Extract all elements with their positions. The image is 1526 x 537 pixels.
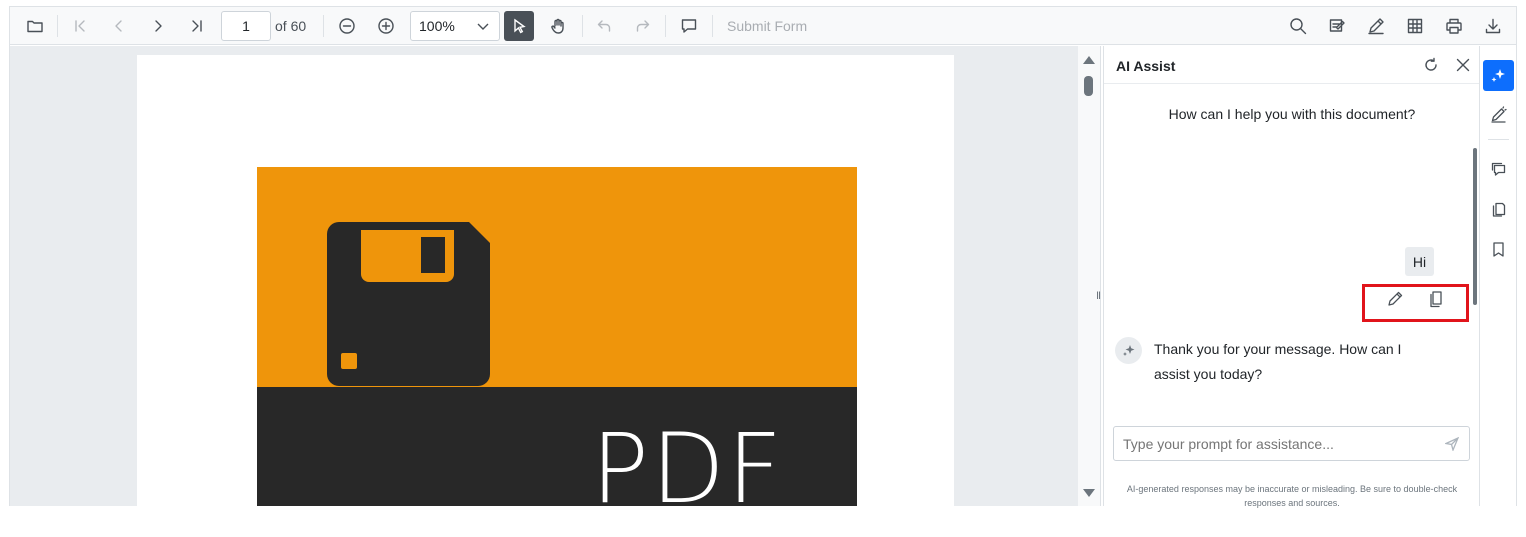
close-icon[interactable]: [1454, 56, 1472, 74]
zoom-in-icon[interactable]: [375, 7, 397, 45]
zoom-value: 100%: [419, 18, 455, 34]
scrollbar-thumb[interactable]: [1084, 76, 1093, 96]
comment-icon[interactable]: [678, 7, 700, 45]
highlight-box: [1362, 284, 1469, 322]
folder-open-icon[interactable]: [24, 7, 46, 45]
pdf-viewer-app: 1 of 60 100% Submit Form PDF II AI Assis…: [9, 6, 1517, 508]
prompt-input[interactable]: [1113, 426, 1470, 461]
redo-icon[interactable]: [632, 7, 654, 45]
assistant-message: Thank you for your message. How can I as…: [1154, 341, 1402, 382]
ai-panel-scrollbar[interactable]: [1473, 148, 1477, 305]
undo-icon[interactable]: [593, 7, 615, 45]
edit-icon[interactable]: [1385, 289, 1407, 311]
previous-page-icon[interactable]: [108, 7, 130, 45]
form-fields-icon[interactable]: [1404, 7, 1426, 45]
scroll-down-arrow-icon[interactable]: [1083, 489, 1095, 497]
download-icon[interactable]: [1482, 7, 1504, 45]
next-page-icon[interactable]: [147, 7, 169, 45]
pdf-page: PDF: [137, 55, 954, 506]
ai-disclaimer: AI-generated responses may be inaccurate…: [1126, 484, 1458, 508]
first-page-icon[interactable]: [69, 7, 91, 45]
refresh-icon[interactable]: [1422, 56, 1440, 74]
pan-hand-icon[interactable]: [547, 7, 569, 45]
zoom-dropdown[interactable]: 100%: [410, 11, 500, 41]
comments-icon[interactable]: [1483, 154, 1514, 185]
rail-divider: [1488, 139, 1509, 140]
splitter-grip-icon[interactable]: II: [1096, 290, 1101, 302]
toolbar-divider: [712, 15, 713, 37]
last-page-icon[interactable]: [186, 7, 208, 45]
annotation-icon[interactable]: [1326, 7, 1348, 45]
document-viewer[interactable]: PDF: [10, 46, 1078, 506]
submit-form-button[interactable]: Submit Form: [727, 7, 807, 45]
zoom-out-icon[interactable]: [336, 7, 358, 45]
sparkle-icon: [1115, 337, 1142, 364]
toolbar-divider: [582, 15, 583, 37]
thumbnails-icon[interactable]: [1483, 194, 1514, 225]
print-icon[interactable]: [1443, 7, 1465, 45]
main-toolbar: 1 of 60 100% Submit Form: [10, 7, 1516, 45]
chevron-down-icon: [475, 18, 491, 34]
send-icon[interactable]: [1443, 436, 1460, 452]
toolbar-divider: [323, 15, 324, 37]
document-scrollbar[interactable]: [1078, 46, 1100, 506]
cover-dark-band: PDF: [257, 387, 857, 506]
copy-icon[interactable]: [1426, 289, 1448, 311]
bookmarks-icon[interactable]: [1483, 234, 1514, 265]
toolbar-divider: [665, 15, 666, 37]
ai-assist-icon[interactable]: [1483, 60, 1514, 91]
page-number-input[interactable]: 1: [221, 11, 271, 41]
select-cursor-icon[interactable]: [504, 11, 534, 41]
edit-pen-icon[interactable]: [1365, 7, 1387, 45]
floppy-disk-icon: [327, 222, 490, 386]
ai-assist-panel: AI Assist How can I help you with this d…: [1103, 46, 1480, 508]
right-navigation-rail: [1479, 46, 1516, 506]
toolbar-divider: [57, 15, 58, 37]
search-icon[interactable]: [1287, 7, 1309, 45]
cover-title-text: PDF: [591, 413, 785, 506]
ai-panel-title: AI Assist: [1116, 58, 1176, 74]
ai-panel-header: AI Assist: [1104, 46, 1480, 84]
user-message-bubble: Hi: [1405, 247, 1434, 276]
scroll-up-arrow-icon[interactable]: [1083, 56, 1095, 64]
welcome-message: How can I help you with this document?: [1168, 106, 1416, 122]
form-designer-icon[interactable]: [1483, 99, 1514, 130]
page-count-label: of 60: [275, 18, 307, 34]
